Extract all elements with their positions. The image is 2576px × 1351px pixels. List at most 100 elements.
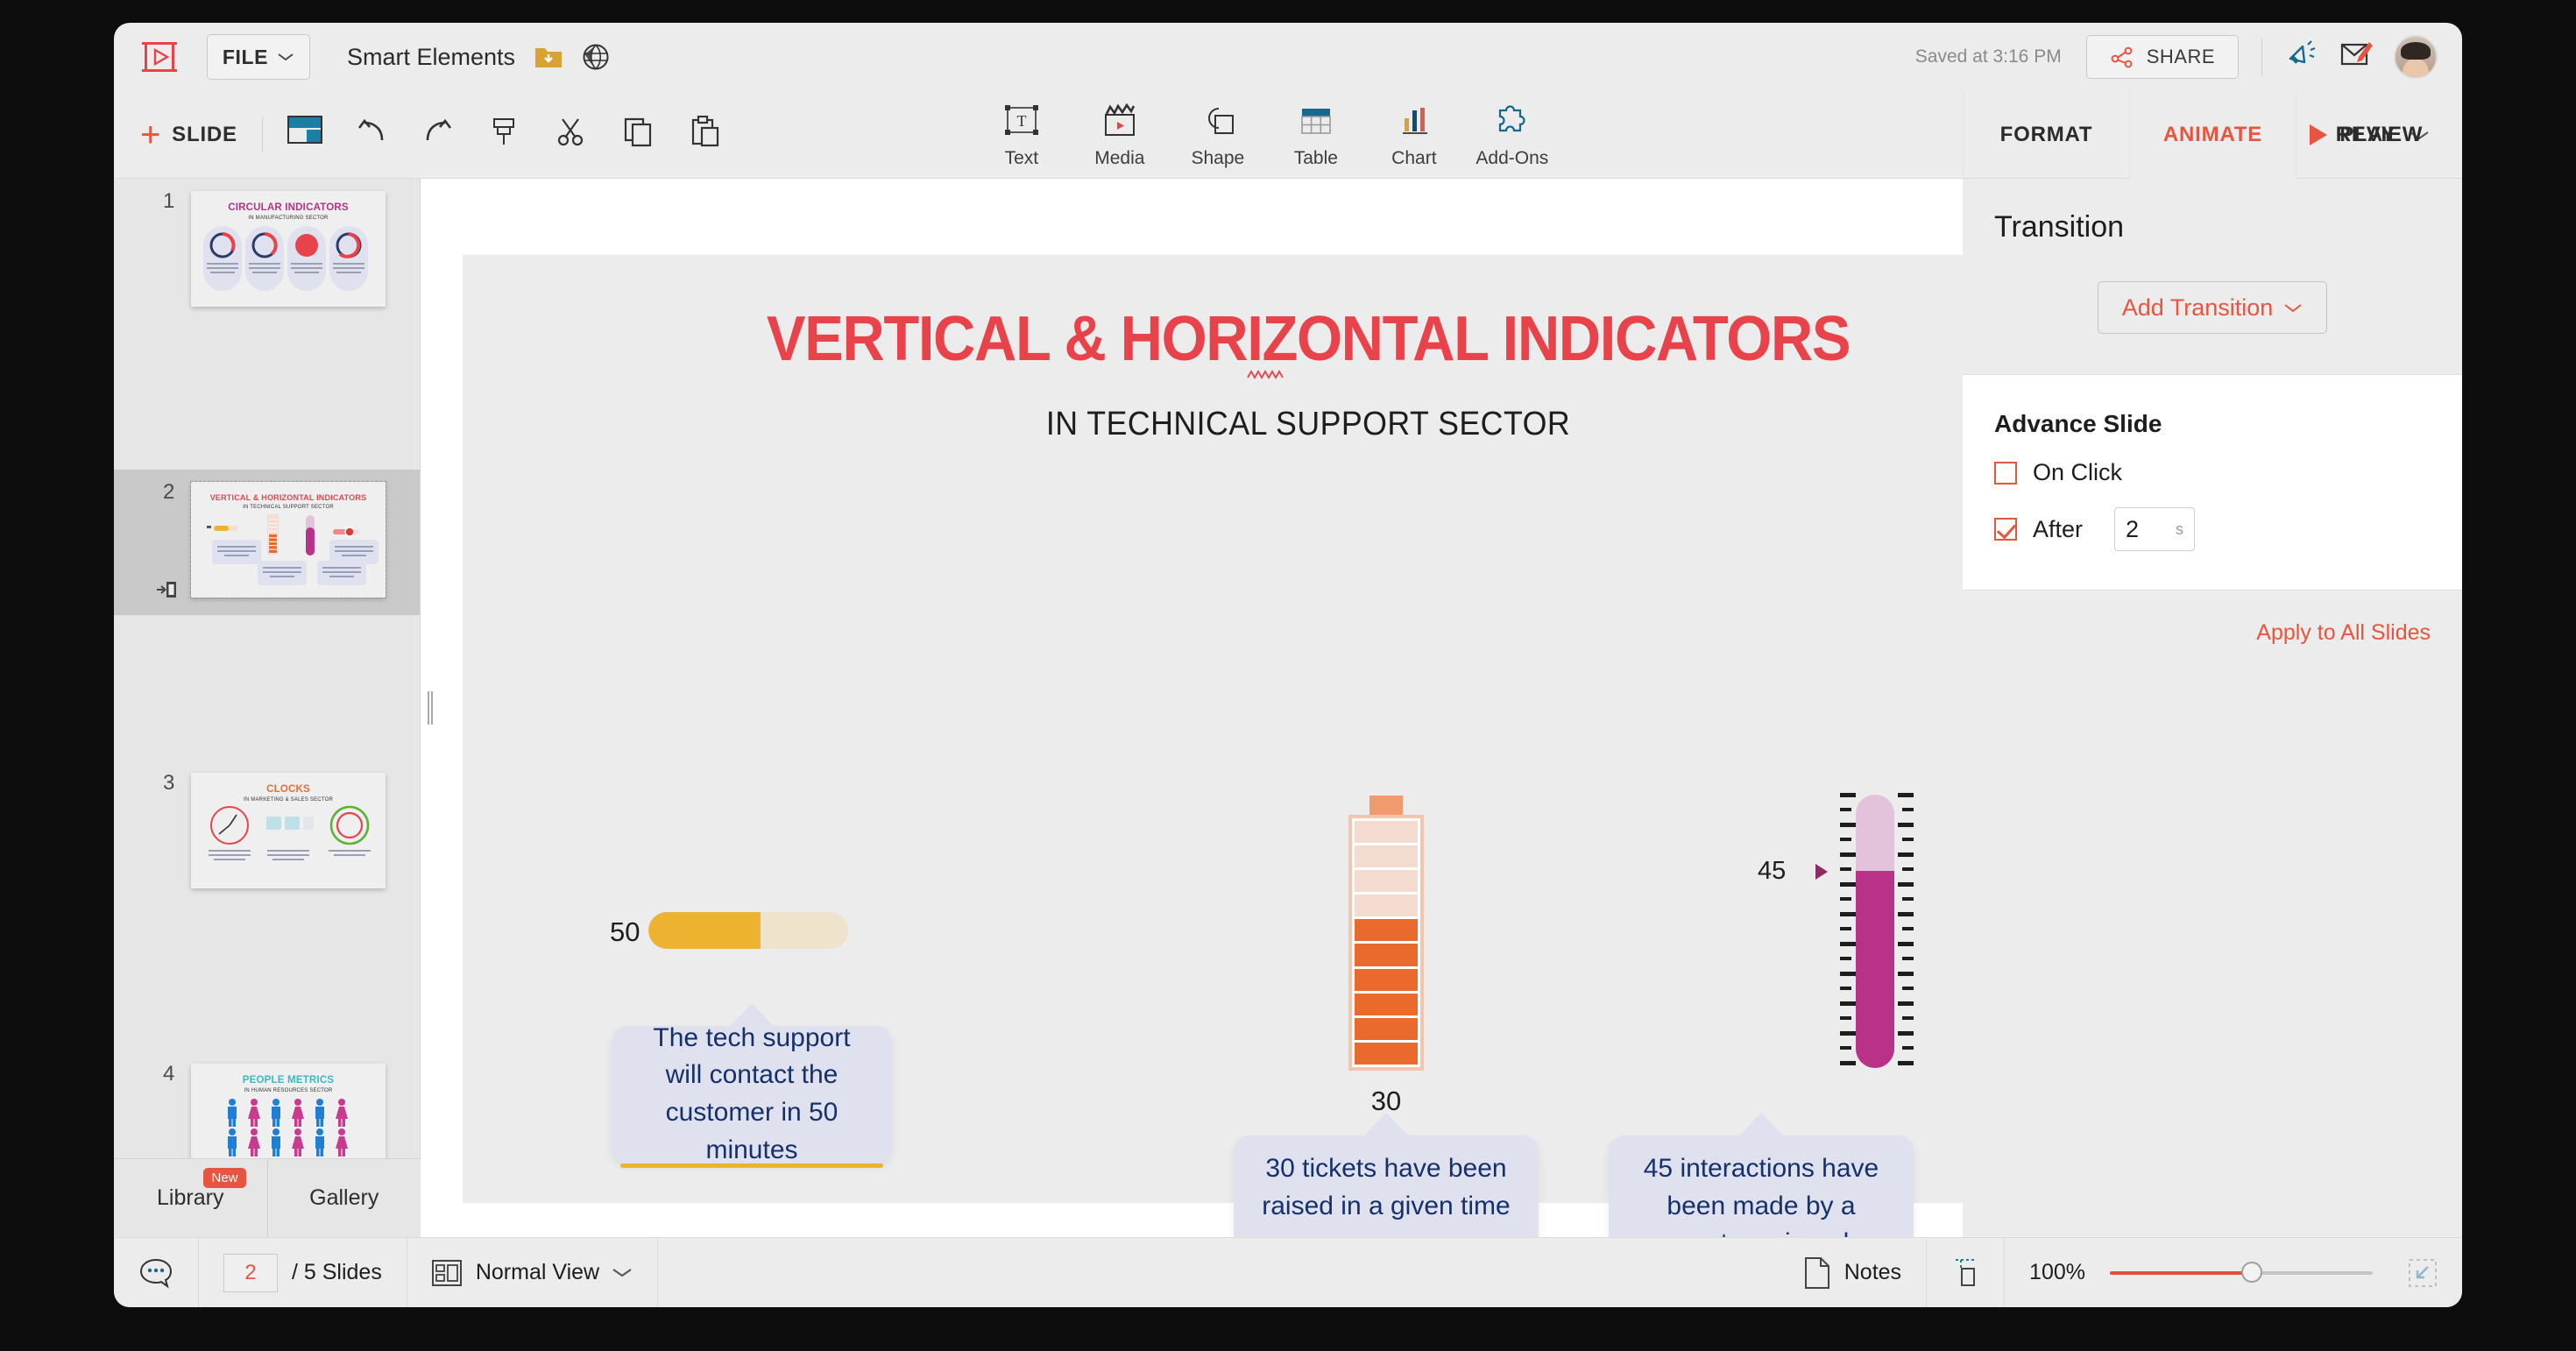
title-bar: FILE Smart Elements Saved at 3:16 PM xyxy=(114,23,2462,91)
status-bar: 2 / 5 Slides Normal View Notes xyxy=(114,1237,2462,1307)
copy-icon[interactable] xyxy=(620,116,659,154)
segment xyxy=(1355,919,1418,941)
indicator-3-thermometer[interactable]: 45 xyxy=(1803,791,1943,1072)
slide-thumbnail-item[interactable]: 3 CLOCKS IN MARKETING & SALES SECTOR xyxy=(114,760,420,906)
user-avatar[interactable] xyxy=(2394,35,2438,79)
page-indicator[interactable]: 2 / 5 Slides xyxy=(199,1238,407,1308)
insert-text-button[interactable]: T Text xyxy=(973,101,1071,169)
add-transition-button[interactable]: Add Transition xyxy=(2098,281,2327,334)
add-transition-label: Add Transition xyxy=(2122,294,2274,322)
presentation-logo-icon[interactable] xyxy=(140,39,179,74)
slide-title[interactable]: VERTICAL & HORIZONTAL INDICATORS xyxy=(522,303,2095,375)
tab-gallery[interactable]: Gallery xyxy=(268,1159,421,1237)
segment xyxy=(1355,944,1418,966)
callout-accent-line xyxy=(620,1164,883,1168)
fit-to-screen-icon xyxy=(1951,1257,1979,1289)
zoom-knob[interactable] xyxy=(2241,1262,2262,1283)
scissors-icon[interactable] xyxy=(554,116,592,154)
slide-thumbnail-item[interactable]: 2 VERTICAL & HORIZONTAL INDICATORS IN TE… xyxy=(114,470,420,615)
animate-panel: Transition Add Transition Advance Slide … xyxy=(1963,179,2462,1237)
feedback-pencil-icon[interactable] xyxy=(2339,39,2374,74)
indicator-2-segmented-meter[interactable] xyxy=(1348,815,1424,1071)
insert-addons-button[interactable]: Add-Ons xyxy=(1463,101,1561,169)
insert-chart-button[interactable]: Chart xyxy=(1365,101,1463,169)
indicator-1-callout[interactable]: The tech support will contact the custom… xyxy=(612,1026,892,1163)
indicator-1-value: 50 xyxy=(610,916,640,948)
after-seconds-input[interactable]: 2 s xyxy=(2114,507,2195,551)
thumbnail-title: CIRCULAR INDICATORS xyxy=(191,202,386,213)
insert-media-label: Media xyxy=(1094,148,1144,169)
library-gallery-tabs: New Library Gallery xyxy=(114,1158,421,1237)
slide-canvas[interactable]: VERTICAL & HORIZONTAL INDICATORS IN TECH… xyxy=(421,179,1963,1237)
tab-library-label: Library xyxy=(157,1185,223,1211)
ribbon-tabs: FORMAT ANIMATE REVIEW xyxy=(1963,91,2462,179)
undo-icon[interactable] xyxy=(354,116,393,154)
segment xyxy=(1355,1018,1418,1040)
insert-text-label: Text xyxy=(1005,148,1039,169)
thermometer-scale xyxy=(1803,791,1943,1072)
indicator-1-horizontal-bar[interactable] xyxy=(648,912,848,949)
format-painter-icon[interactable] xyxy=(487,116,526,154)
globe-icon[interactable] xyxy=(582,43,610,71)
tab-gallery-label: Gallery xyxy=(309,1185,379,1211)
slide-layout-icon[interactable] xyxy=(287,116,326,154)
fit-to-screen-button[interactable] xyxy=(1927,1238,2005,1308)
slide-thumbnail-item[interactable]: 4 PEOPLE METRICS IN HUMAN RESOURCES SECT… xyxy=(114,1051,420,1158)
callout-notch xyxy=(1738,1113,1784,1136)
share-icon xyxy=(2110,45,2134,69)
zoom-controls[interactable]: 100% xyxy=(2005,1238,2462,1308)
plus-icon: + xyxy=(140,123,161,147)
view-mode-label: Normal View xyxy=(476,1260,599,1285)
thumbnail-title: PEOPLE METRICS xyxy=(191,1075,386,1086)
thumbnail-title: CLOCKS xyxy=(191,784,386,795)
slide-subtitle[interactable]: IN TECHNICAL SUPPORT SECTOR xyxy=(513,406,2103,443)
insert-chart-label: Chart xyxy=(1391,148,1436,169)
megaphone-icon[interactable] xyxy=(2285,39,2320,74)
divider xyxy=(262,117,263,152)
save-status: Saved at 3:16 PM xyxy=(1915,46,2062,67)
share-label: SHARE xyxy=(2147,46,2215,68)
apply-to-all-slides-link[interactable]: Apply to All Slides xyxy=(1963,591,2462,646)
indicator-2-cap xyxy=(1369,796,1403,815)
folder-move-icon[interactable] xyxy=(534,44,563,70)
insert-table-button[interactable]: Table xyxy=(1267,101,1365,169)
thumbnail-title: VERTICAL & HORIZONTAL INDICATORS xyxy=(191,493,386,502)
tab-format[interactable]: FORMAT xyxy=(1963,91,2129,179)
redo-icon[interactable] xyxy=(421,116,459,154)
slide-number: 3 xyxy=(163,771,174,796)
segment xyxy=(1355,895,1418,916)
slide-label: SLIDE xyxy=(172,123,237,147)
view-mode-selector[interactable]: Normal View xyxy=(407,1238,658,1308)
share-button[interactable]: SHARE xyxy=(2086,35,2239,79)
after-seconds-unit: s xyxy=(2176,520,2183,539)
chevron-down-icon xyxy=(2283,302,2303,313)
insert-media-button[interactable]: Media xyxy=(1071,101,1169,169)
indicator-1-callout-text: The tech support will contact the custom… xyxy=(634,1020,869,1169)
tab-review[interactable]: REVIEW xyxy=(2296,91,2462,179)
slide-number: 2 xyxy=(163,480,174,505)
after-row[interactable]: After 2 s xyxy=(1994,507,2462,551)
total-pages-label: / 5 Slides xyxy=(292,1260,382,1285)
comment-button[interactable] xyxy=(114,1238,199,1308)
on-click-checkbox[interactable] xyxy=(1994,462,2017,485)
add-slide-button[interactable]: + SLIDE xyxy=(140,123,237,147)
notes-button[interactable]: Notes xyxy=(1780,1238,1927,1308)
insert-addons-label: Add-Ons xyxy=(1476,148,1548,169)
file-menu-button[interactable]: FILE xyxy=(207,34,310,80)
media-clapper-icon xyxy=(1100,101,1140,143)
panel-resize-handle[interactable] xyxy=(428,691,433,725)
slide-list[interactable]: 1 CIRCULAR INDICATORS IN MANUFACTURING S… xyxy=(114,179,420,1158)
zoom-slider[interactable] xyxy=(2110,1270,2373,1277)
slide-content[interactable]: VERTICAL & HORIZONTAL INDICATORS IN TECH… xyxy=(463,255,2154,1203)
paste-icon[interactable] xyxy=(687,116,725,154)
slide-number: 4 xyxy=(163,1062,174,1086)
document-title[interactable]: Smart Elements xyxy=(347,44,515,71)
chevron-down-icon xyxy=(277,52,294,62)
on-click-row[interactable]: On Click xyxy=(1994,459,2462,486)
tab-animate[interactable]: ANIMATE xyxy=(2129,91,2296,179)
slide-thumbnail-item[interactable]: 1 CIRCULAR INDICATORS IN MANUFACTURING S… xyxy=(114,179,420,324)
after-checkbox[interactable] xyxy=(1994,518,2017,541)
current-page-input[interactable]: 2 xyxy=(223,1254,278,1292)
insert-shape-button[interactable]: Shape xyxy=(1169,101,1267,169)
tab-library[interactable]: New Library xyxy=(114,1159,268,1237)
